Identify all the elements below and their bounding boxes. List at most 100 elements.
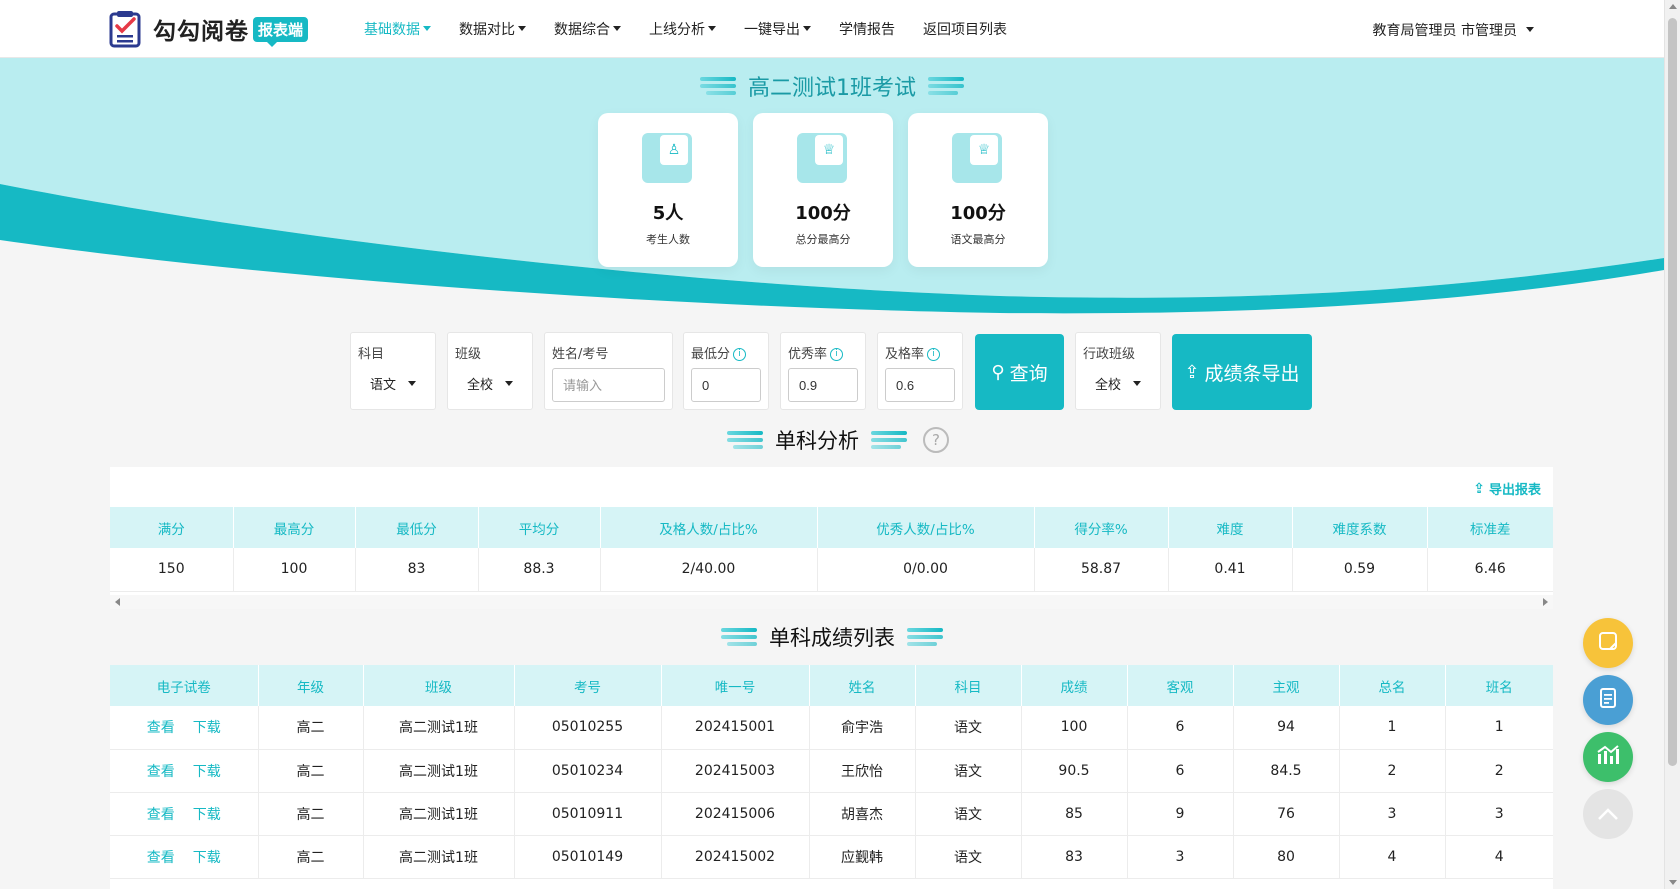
chevron-down-icon [505, 381, 514, 386]
select-value: 语文 [370, 378, 397, 393]
table-cell: 90.5 [1021, 749, 1128, 793]
info-icon[interactable]: i [830, 348, 844, 361]
table-cell: 高二测试1班 [363, 792, 515, 836]
table-cell: 高二 [258, 749, 364, 793]
filter-label: 姓名/考号 [552, 347, 609, 362]
scrollbar-thumb[interactable] [1668, 18, 1677, 766]
help-icon[interactable]: ? [923, 427, 949, 453]
chevron-down-icon [408, 381, 417, 386]
top-navbar: 勾勾阅卷 报表端 基础数据 数据对比 数据综合 上线分析 一键导出 学情报告 返… [0, 0, 1664, 58]
scroll-down-icon[interactable] [1669, 880, 1677, 885]
info-icon[interactable]: i [733, 348, 747, 361]
view-paper-link[interactable]: 查看 [147, 807, 175, 823]
score-list-heading: 单科成绩列表 [0, 622, 1664, 652]
table-cell: 05010255 [514, 706, 662, 750]
table-row: 查看 下载 高二 高二测试1班 05010149 202415002 应觐韩 语文… [110, 835, 1553, 879]
column-header: 唯一号 [661, 665, 810, 706]
column-header: 标准差 [1427, 507, 1553, 548]
stat-value: 100分 [950, 203, 1006, 224]
download-paper-link[interactable]: 下载 [193, 807, 221, 823]
table-header-row: 满分 最高分 最低分 平均分 及格人数/占比% 优秀人数/占比% 得分率% 难度… [110, 507, 1553, 548]
class-select[interactable]: 全校 [458, 369, 522, 403]
download-paper-link[interactable]: 下载 [193, 720, 221, 736]
column-header: 平均分 [478, 507, 601, 548]
filter-excellent-rate: 优秀率 i [780, 332, 866, 410]
nav-label: 上线分析 [649, 22, 705, 38]
table-cell: 应觐韩 [809, 835, 916, 879]
nav-data-compare[interactable]: 数据对比 [459, 19, 526, 39]
export-report-link[interactable]: ⇪ 导出报表 [1473, 479, 1541, 499]
filter-subject: 科目 语文 [350, 332, 436, 410]
note-button[interactable] [1583, 618, 1633, 668]
scroll-up-icon[interactable] [1669, 4, 1677, 9]
column-header: 难度 [1168, 507, 1293, 548]
nav-one-click-export[interactable]: 一键导出 [744, 19, 811, 39]
scroll-right-icon[interactable] [1543, 598, 1548, 606]
export-button-label: 成绩条导出 [1204, 362, 1300, 385]
chart-button[interactable] [1583, 732, 1633, 782]
logo[interactable]: 勾勾阅卷 报表端 [108, 10, 309, 48]
trophy-icon: ♕ [952, 133, 1002, 183]
query-button[interactable]: ⚲ 查询 [975, 334, 1064, 410]
document-button[interactable] [1583, 675, 1633, 725]
table-cell: 6 [1127, 749, 1234, 793]
nav-online-analysis[interactable]: 上线分析 [649, 19, 716, 39]
table-cell: 05010234 [514, 749, 662, 793]
nav-back-to-projects[interactable]: 返回项目列表 [923, 19, 1007, 39]
column-header: 最高分 [233, 507, 356, 548]
main-nav: 基础数据 数据对比 数据综合 上线分析 一键导出 学情报告 返回项目列表 [364, 0, 1035, 58]
nav-label: 数据综合 [554, 22, 610, 38]
table-cell: 2 [1339, 749, 1446, 793]
info-icon[interactable]: i [927, 348, 941, 361]
table-cell: 76 [1233, 792, 1340, 836]
subject-select[interactable]: 语文 [361, 369, 425, 403]
chevron-down-icon [708, 25, 716, 31]
column-header: 难度系数 [1292, 507, 1428, 548]
filter-class: 班级 全校 [447, 332, 533, 410]
column-header: 客观 [1127, 665, 1234, 706]
export-score-slips-button[interactable]: ⇪ 成绩条导出 [1172, 334, 1312, 410]
table-cell: 05010149 [514, 835, 662, 879]
chevron-down-icon [1526, 26, 1534, 32]
stat-label: 语文最高分 [950, 233, 1006, 246]
nav-label: 数据对比 [459, 22, 515, 38]
paper-actions-cell: 查看 下载 [110, 749, 259, 793]
filter-min-score: 最低分 i [683, 332, 769, 410]
back-to-top-button[interactable] [1583, 789, 1633, 839]
table-cell: 3 [1445, 792, 1553, 836]
excellent-rate-input[interactable] [788, 368, 858, 402]
nav-basic-data[interactable]: 基础数据 [364, 19, 431, 39]
table-cell: 高二测试1班 [363, 749, 515, 793]
paper-actions-cell: 查看 下载 [110, 835, 259, 879]
nav-learning-report[interactable]: 学情报告 [839, 19, 895, 39]
table-cell: 俞宇浩 [809, 706, 916, 750]
view-paper-link[interactable]: 查看 [147, 720, 175, 736]
vertical-scrollbar[interactable] [1664, 0, 1680, 889]
title-decoration-right [871, 431, 907, 449]
download-paper-link[interactable]: 下载 [193, 764, 221, 780]
stat-card-total-max: ♕ 100分 总分最高分 [753, 113, 893, 267]
column-header: 及格人数/占比% [600, 507, 818, 548]
name-search-input[interactable] [552, 368, 665, 402]
table-cell: 王欣怡 [809, 749, 916, 793]
column-header: 最低分 [355, 507, 479, 548]
table-cell: 150 [110, 548, 234, 592]
view-paper-link[interactable]: 查看 [147, 850, 175, 866]
horizontal-scrollbar[interactable] [110, 595, 1553, 609]
nav-data-summary[interactable]: 数据综合 [554, 19, 621, 39]
view-paper-link[interactable]: 查看 [147, 764, 175, 780]
scroll-left-icon[interactable] [115, 598, 120, 606]
download-paper-link[interactable]: 下载 [193, 850, 221, 866]
score-list-panel: 电子试卷 年级 班级 考号 唯一号 姓名 科目 成绩 客观 主观 总名 班名 查… [110, 665, 1553, 889]
section-title-text: 单科成绩列表 [769, 626, 895, 650]
table-cell: 0/0.00 [817, 548, 1035, 592]
user-menu[interactable]: 教育局管理员 市管理员 [1373, 20, 1534, 40]
pass-rate-input[interactable] [885, 368, 955, 402]
min-score-input[interactable] [691, 368, 761, 402]
table-cell: 语文 [915, 835, 1022, 879]
nav-label: 学情报告 [839, 22, 895, 38]
exam-title-text: 高二测试1班考试 [748, 76, 916, 101]
query-button-label: 查询 [1009, 362, 1048, 385]
column-header: 电子试卷 [110, 665, 259, 706]
admin-class-select[interactable]: 全校 [1086, 369, 1150, 403]
